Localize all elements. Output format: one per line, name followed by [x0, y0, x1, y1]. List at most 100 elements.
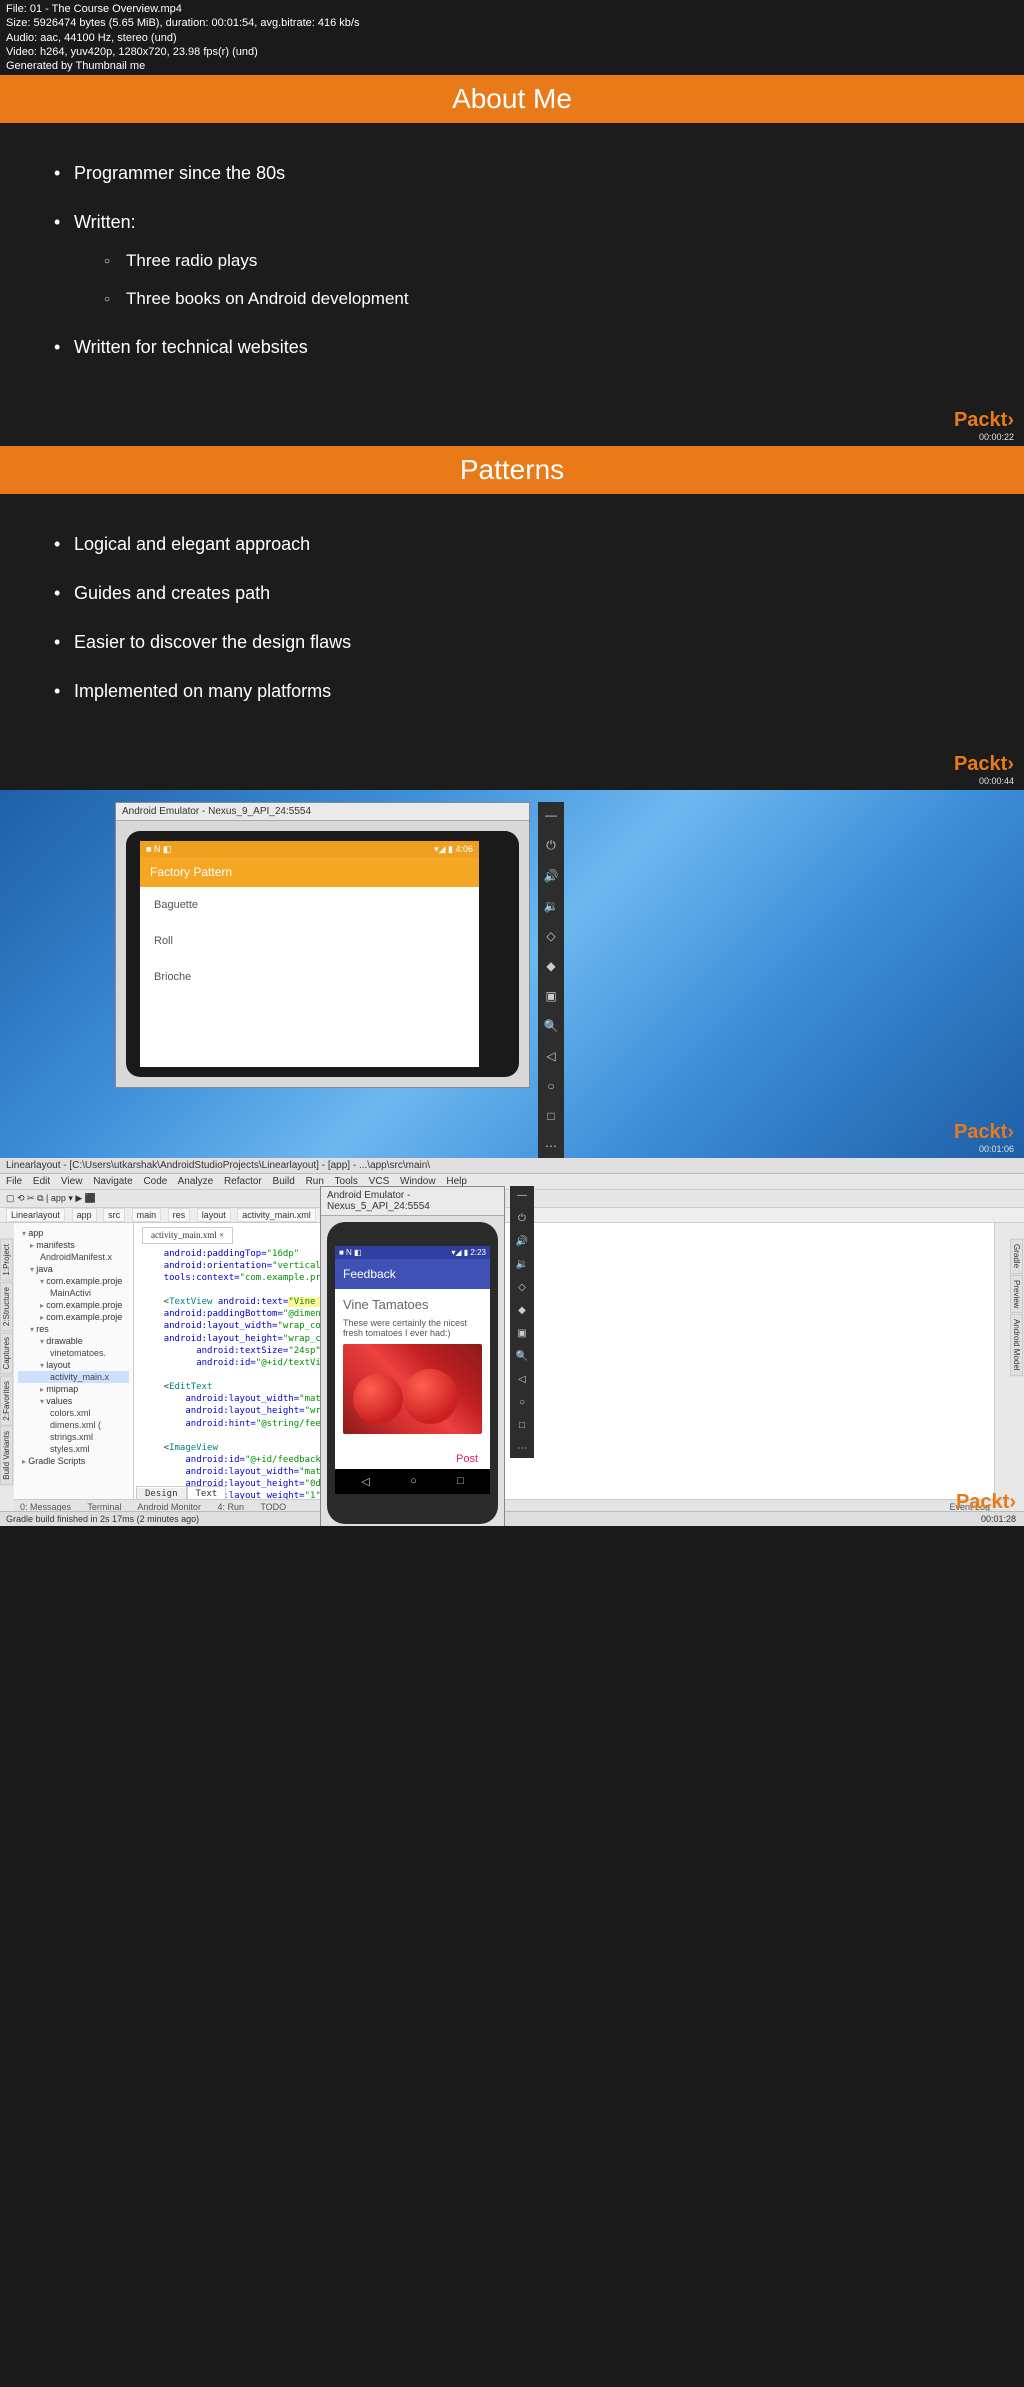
tab-build-variants[interactable]: Build Variants	[0, 1426, 13, 1485]
ide-screenshot: Linearlayout - [C:\Users\utkarshak\Andro…	[0, 1158, 1024, 1526]
minimize-icon[interactable]: —	[545, 808, 557, 822]
list-item[interactable]: Baguette	[140, 887, 479, 923]
packt-logo: Packt›	[954, 753, 1014, 775]
slide-footer: Packt› 00:00:44	[954, 753, 1014, 786]
packt-logo: Packt›	[954, 409, 1014, 431]
tab-gradle[interactable]: Gradle	[1010, 1239, 1023, 1273]
menu-navigate[interactable]: Navigate	[93, 1176, 132, 1187]
rotate-right-icon[interactable]: ◆	[518, 1305, 526, 1316]
tree-pkg[interactable]: com.example.proje	[18, 1275, 129, 1287]
tree-res[interactable]: res	[18, 1323, 129, 1335]
bullet-item: Programmer since the 80s	[50, 163, 964, 184]
tab-android-model[interactable]: Android Model	[1010, 1314, 1023, 1376]
editor-tab[interactable]: activity_main.xml ×	[142, 1227, 233, 1243]
emulator-titlebar: Android Emulator - Nexus_9_API_24:5554	[116, 803, 529, 821]
phone-screen[interactable]: ■ N ◧ ▾◢ ▮ 2:23 Feedback Vine Tamatoes T…	[335, 1246, 490, 1494]
rotate-left-icon[interactable]: ◇	[546, 929, 555, 943]
tab-captures[interactable]: Captures	[0, 1332, 13, 1374]
volume-down-icon[interactable]: 🔉	[544, 899, 559, 913]
menu-edit[interactable]: Edit	[33, 1176, 50, 1187]
code-editor[interactable]: activity_main.xml × android:paddingTop="…	[134, 1223, 994, 1503]
crumb[interactable]: main	[132, 1208, 162, 1222]
minimize-icon[interactable]: —	[517, 1190, 527, 1201]
crumb[interactable]: res	[168, 1208, 191, 1222]
home-icon[interactable]: ○	[410, 1475, 417, 1488]
rotate-right-icon[interactable]: ◆	[546, 959, 555, 973]
home-icon[interactable]: ○	[547, 1079, 554, 1093]
volume-down-icon[interactable]: 🔉	[516, 1259, 528, 1270]
list-item[interactable]: Roll	[140, 923, 479, 959]
tab-favorites[interactable]: 2:Favorites	[0, 1376, 13, 1426]
power-icon[interactable]: ⏻	[518, 1213, 526, 1224]
tree-file[interactable]: strings.xml	[18, 1431, 129, 1443]
app-bar-title: Factory Pattern	[150, 865, 469, 879]
tree-file[interactable]: MainActivi	[18, 1287, 129, 1299]
bullet-item: Easier to discover the design flaws	[50, 632, 964, 653]
crumb[interactable]: Linearlayout	[6, 1208, 65, 1222]
tab-project[interactable]: 1:Project	[0, 1239, 13, 1281]
crumb[interactable]: activity_main.xml	[237, 1208, 316, 1222]
back-icon[interactable]: ◁	[361, 1475, 369, 1488]
rotate-left-icon[interactable]: ◇	[518, 1282, 526, 1293]
tree-file[interactable]: dimens.xml (	[18, 1419, 129, 1431]
home-icon[interactable]: ○	[519, 1397, 525, 1408]
tree-layout[interactable]: layout	[18, 1359, 129, 1371]
menu-file[interactable]: File	[6, 1176, 22, 1187]
volume-up-icon[interactable]: 🔊	[544, 869, 559, 883]
emulator-window[interactable]: Android Emulator - Nexus_9_API_24:5554 ■…	[115, 802, 530, 1088]
menu-analyze[interactable]: Analyze	[178, 1176, 214, 1187]
content-heading: Vine Tamatoes	[343, 1297, 482, 1312]
tree-file[interactable]: AndroidManifest.x	[18, 1251, 129, 1263]
slide-footer: Packt› 00:01:06	[954, 1121, 1014, 1154]
content-text[interactable]: These were certainly the nicest fresh to…	[343, 1318, 482, 1338]
status-bar: ■ N ◧ ▾◢ ▮ 4:06	[140, 841, 479, 857]
camera-icon[interactable]: ▣	[545, 989, 556, 1003]
menu-build[interactable]: Build	[273, 1176, 295, 1187]
tree-file[interactable]: activity_main.x	[18, 1371, 129, 1383]
tree-mipmap[interactable]: mipmap	[18, 1383, 129, 1395]
tree-file[interactable]: styles.xml	[18, 1443, 129, 1455]
tree-file[interactable]: vinetomatoes.	[18, 1347, 129, 1359]
crumb[interactable]: layout	[197, 1208, 231, 1222]
tree-pkg[interactable]: com.example.proje	[18, 1311, 129, 1323]
tree-gradle[interactable]: Gradle Scripts	[18, 1455, 129, 1467]
sysbar-icons: ■ N ◧	[339, 1248, 362, 1257]
app-bar: Feedback	[335, 1259, 490, 1289]
tree-file[interactable]: colors.xml	[18, 1407, 129, 1419]
zoom-icon[interactable]: 🔍	[516, 1351, 528, 1362]
menu-refactor[interactable]: Refactor	[224, 1176, 262, 1187]
project-tree[interactable]: app manifests AndroidManifest.x java com…	[14, 1223, 134, 1503]
menu-view[interactable]: View	[61, 1176, 83, 1187]
crumb[interactable]: app	[72, 1208, 97, 1222]
more-icon[interactable]: ⋯	[517, 1443, 527, 1454]
more-icon[interactable]: ⋯	[545, 1139, 557, 1153]
bullet-item: Written for technical websites	[50, 337, 964, 358]
post-button[interactable]: Post	[335, 1449, 490, 1469]
crumb[interactable]: src	[103, 1208, 125, 1222]
sysbar-icons: ■ N ◧	[146, 844, 171, 855]
emulator-toolbar: — ⏻ 🔊 🔉 ◇ ◆ ▣ 🔍 ◁ ○ □ ⋯	[538, 802, 564, 1158]
phone-frame: ■ N ◧ ▾◢ ▮ 2:23 Feedback Vine Tamatoes T…	[327, 1222, 498, 1524]
list-item[interactable]: Brioche	[140, 959, 479, 995]
tab-preview[interactable]: Preview	[1010, 1275, 1023, 1313]
emulator-window[interactable]: Android Emulator - Nexus_5_API_24:5554 ■…	[320, 1186, 505, 1526]
timestamp: 00:01:28	[956, 1514, 1016, 1524]
camera-icon[interactable]: ▣	[517, 1328, 526, 1339]
tree-app[interactable]: app	[18, 1227, 129, 1239]
zoom-icon[interactable]: 🔍	[544, 1019, 559, 1033]
back-icon[interactable]: ◁	[518, 1374, 526, 1385]
back-icon[interactable]: ◁	[546, 1049, 555, 1063]
volume-up-icon[interactable]: 🔊	[516, 1236, 528, 1247]
tree-values[interactable]: values	[18, 1395, 129, 1407]
phone-screen[interactable]: ■ N ◧ ▾◢ ▮ 4:06 Factory Pattern Baguette…	[140, 841, 479, 1067]
overview-icon[interactable]: □	[519, 1420, 525, 1431]
tab-structure[interactable]: 2:Structure	[0, 1282, 13, 1331]
power-icon[interactable]: ⏻	[546, 838, 556, 853]
overview-icon[interactable]: □	[547, 1109, 554, 1123]
tree-drawable[interactable]: drawable	[18, 1335, 129, 1347]
tree-manifests[interactable]: manifests	[18, 1239, 129, 1251]
tree-pkg[interactable]: com.example.proje	[18, 1299, 129, 1311]
recent-icon[interactable]: □	[457, 1475, 464, 1488]
tree-java[interactable]: java	[18, 1263, 129, 1275]
menu-code[interactable]: Code	[143, 1176, 167, 1187]
